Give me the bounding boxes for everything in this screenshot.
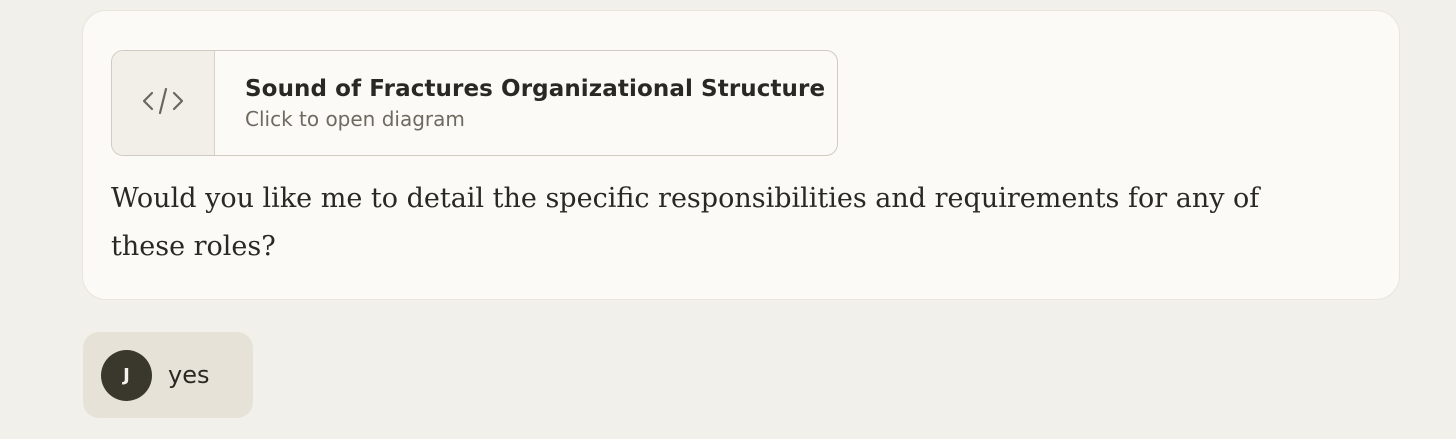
assistant-message-card: Sound of Fractures Organizational Struct… — [82, 10, 1400, 300]
user-message-text: yes — [168, 361, 210, 389]
artifact-title: Sound of Fractures Organizational Struct… — [245, 75, 826, 102]
artifact-icon-box — [112, 51, 215, 155]
artifact-text: Sound of Fractures Organizational Struct… — [215, 51, 825, 155]
avatar: J — [101, 349, 152, 401]
code-icon — [140, 85, 186, 121]
user-message-bubble: J yes — [83, 332, 253, 418]
artifact-subtitle: Click to open diagram — [245, 106, 465, 131]
assistant-message-text: Would you like me to detail the specific… — [111, 183, 1260, 262]
artifact-card[interactable]: Sound of Fractures Organizational Struct… — [111, 50, 838, 156]
